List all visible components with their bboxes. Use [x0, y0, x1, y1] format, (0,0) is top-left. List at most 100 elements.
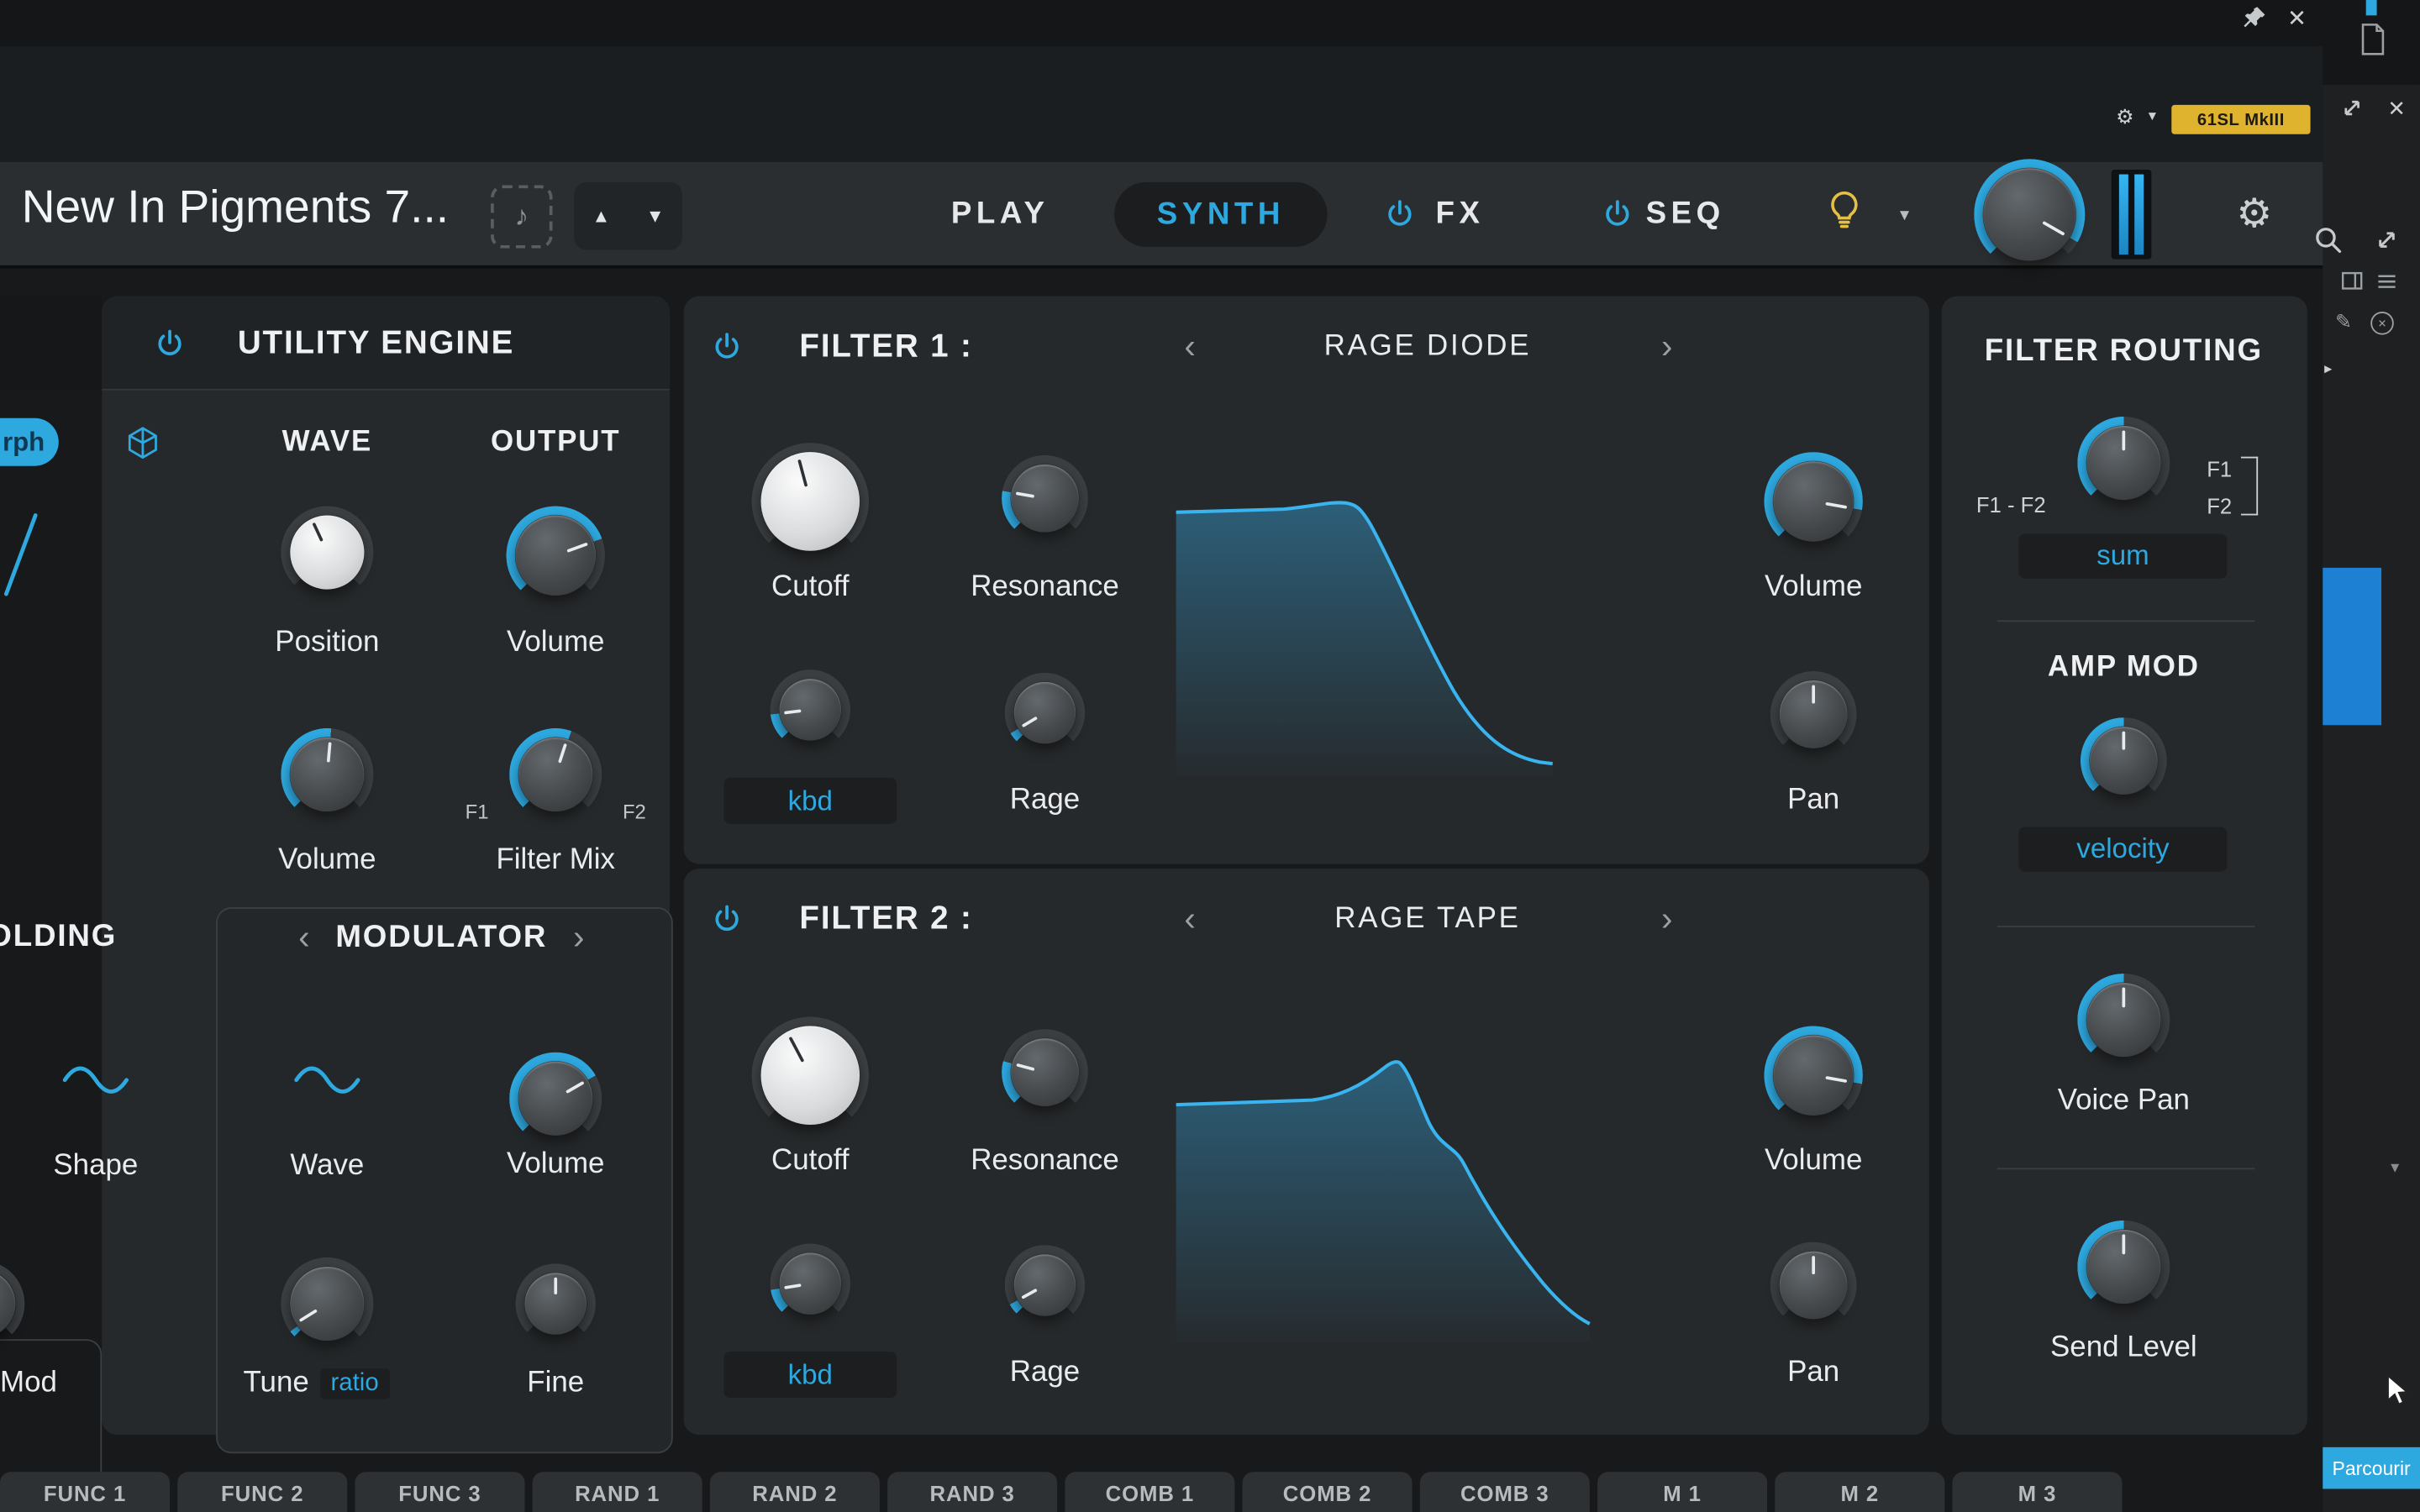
- filter2-volume-knob[interactable]: [1764, 1026, 1863, 1125]
- tab-rand-2[interactable]: RAND 2: [710, 1472, 880, 1512]
- device-badge[interactable]: 61SL MkIII: [2171, 105, 2310, 134]
- modulator-volume-knob[interactable]: [509, 1053, 602, 1145]
- filter2-kbd-knob[interactable]: [771, 1243, 851, 1324]
- filter1-cutoff-knob[interactable]: [751, 443, 869, 560]
- tab-func-3[interactable]: FUNC 3: [355, 1472, 524, 1512]
- cube-icon[interactable]: [127, 426, 160, 459]
- search-icon[interactable]: [2313, 225, 2343, 255]
- titlebar: [0, 0, 2323, 46]
- tab-comb-2[interactable]: COMB 2: [1243, 1472, 1413, 1512]
- modulator-next-icon[interactable]: ›: [573, 918, 584, 958]
- routing-f1f2-label: F1 - F2: [1976, 492, 2046, 517]
- tune-knob[interactable]: [281, 1257, 373, 1350]
- morph-wave-fragment: [0, 509, 40, 601]
- tab-seq[interactable]: SEQ: [1646, 197, 1725, 232]
- preset-note-icon[interactable]: ♪: [491, 185, 552, 248]
- utility-volume-knob[interactable]: [281, 728, 373, 821]
- tab-fx[interactable]: FX: [1436, 197, 1485, 232]
- utility-power-icon[interactable]: [153, 327, 187, 360]
- close-icon[interactable]: ✕: [2287, 5, 2307, 33]
- mod-knob-fragment[interactable]: [0, 1261, 24, 1347]
- master-volume-knob[interactable]: [1974, 159, 2085, 270]
- level-meter-right: [2134, 175, 2144, 255]
- filter1-kbd-knob[interactable]: [771, 669, 851, 750]
- routing-divider-1: [1997, 620, 2255, 622]
- panel-layout-icon[interactable]: [2341, 271, 2363, 290]
- scroll-down-icon[interactable]: ▾: [2391, 1158, 2399, 1178]
- position-knob[interactable]: [281, 506, 373, 598]
- fx-power-icon[interactable]: [1383, 197, 1417, 231]
- filter2-type-prev-icon[interactable]: ‹: [1184, 900, 1195, 940]
- routing-f1-label: F1: [2207, 457, 2232, 481]
- preset-prev-button[interactable]: ▲: [592, 205, 610, 227]
- list-view-icon[interactable]: [2377, 273, 2397, 290]
- expand-arrow-icon[interactable]: ▸: [2324, 361, 2332, 378]
- tab-synth[interactable]: SYNTH: [1114, 182, 1327, 247]
- preset-name[interactable]: New In Pigments 7...: [22, 182, 449, 234]
- filter2-cutoff-knob[interactable]: [751, 1016, 869, 1134]
- filter1-pan-knob[interactable]: [1770, 671, 1857, 758]
- tab-morph[interactable]: rph: [0, 418, 59, 466]
- modulator-title[interactable]: MODULATOR: [335, 921, 547, 956]
- routing-mode-button[interactable]: sum: [2018, 534, 2227, 579]
- modulator-wave-sine-icon[interactable]: [292, 1062, 362, 1099]
- tab-play[interactable]: PLAY: [951, 197, 1050, 232]
- filter2-type-next-icon[interactable]: ›: [1661, 900, 1672, 940]
- document-icon[interactable]: [2360, 24, 2386, 56]
- caret-down-icon[interactable]: ▾: [2149, 108, 2156, 125]
- filter-routing-knob[interactable]: [2077, 417, 2170, 509]
- tab-m-2[interactable]: M 2: [1775, 1472, 1944, 1512]
- gear-small-icon[interactable]: ⚙: [2116, 105, 2133, 129]
- shape-sine-icon[interactable]: [60, 1062, 131, 1099]
- settings-gear-icon[interactable]: ⚙: [2236, 190, 2272, 238]
- seq-power-icon[interactable]: [1601, 197, 1634, 231]
- filter2-resonance-knob[interactable]: [1002, 1029, 1088, 1116]
- amp-mod-knob[interactable]: [2081, 717, 2167, 804]
- tab-rand-3[interactable]: RAND 3: [887, 1472, 1057, 1512]
- filter1-rage-knob[interactable]: [1005, 673, 1086, 753]
- browse-button[interactable]: Parcourir: [2323, 1447, 2420, 1489]
- tab-func-2[interactable]: FUNC 2: [177, 1472, 347, 1512]
- edit-pencil-icon[interactable]: ✎: [2335, 310, 2352, 334]
- tab-morph-label: rph: [3, 427, 45, 458]
- filter1-type-name[interactable]: RAGE DIODE: [1324, 330, 1532, 364]
- tab-m-3[interactable]: M 3: [1952, 1472, 2122, 1512]
- mod-label: Mod: [0, 1367, 57, 1400]
- tab-func-1[interactable]: FUNC 1: [0, 1472, 170, 1512]
- modulator-prev-icon[interactable]: ‹: [298, 918, 309, 958]
- send-level-knob[interactable]: [2077, 1221, 2170, 1313]
- filter1-kbd-button[interactable]: kbd: [723, 778, 897, 824]
- expand-icon[interactable]: [2339, 96, 2364, 120]
- filter-mix-knob[interactable]: [509, 728, 602, 821]
- output-column-header: OUTPUT: [491, 426, 620, 459]
- output-volume-knob[interactable]: [506, 506, 605, 605]
- tab-rand-1[interactable]: RAND 1: [533, 1472, 702, 1512]
- filter2-power-icon[interactable]: [710, 902, 744, 936]
- amp-mod-source-button[interactable]: velocity: [2018, 827, 2227, 871]
- tune-ratio-badge[interactable]: ratio: [320, 1368, 390, 1399]
- filter1-volume-knob[interactable]: [1764, 452, 1863, 551]
- filter1-power-icon[interactable]: [710, 330, 744, 364]
- host-selected-item[interactable]: [2323, 568, 2381, 725]
- filter1-type-next-icon[interactable]: ›: [1661, 327, 1672, 367]
- pin-icon[interactable]: [2241, 5, 2267, 31]
- close-panel-icon[interactable]: ✕: [2387, 96, 2406, 122]
- filter1-type-prev-icon[interactable]: ‹: [1184, 327, 1195, 367]
- filter1-resonance-knob[interactable]: [1002, 455, 1088, 542]
- filter2-rage-knob[interactable]: [1005, 1245, 1086, 1326]
- tips-bulb-icon[interactable]: [1824, 188, 1865, 234]
- voice-pan-knob[interactable]: [2077, 974, 2170, 1066]
- clear-icon[interactable]: ✕: [2370, 312, 2394, 335]
- expand-window-icon[interactable]: [2374, 227, 2400, 253]
- fine-knob[interactable]: [515, 1263, 596, 1344]
- filter2-type-name[interactable]: RAGE TAPE: [1334, 902, 1520, 936]
- preset-next-button[interactable]: ▼: [646, 205, 665, 227]
- filter2-kbd-button[interactable]: kbd: [723, 1352, 897, 1398]
- filter2-response-curve: [1176, 1049, 1608, 1342]
- filter1-cutoff-label: Cutoff: [771, 571, 849, 605]
- tips-chevron-down-icon[interactable]: ▾: [1900, 203, 1909, 225]
- tab-m-1[interactable]: M 1: [1597, 1472, 1767, 1512]
- tab-comb-1[interactable]: COMB 1: [1065, 1472, 1234, 1512]
- tab-comb-3[interactable]: COMB 3: [1420, 1472, 1590, 1512]
- filter2-pan-knob[interactable]: [1770, 1242, 1857, 1329]
